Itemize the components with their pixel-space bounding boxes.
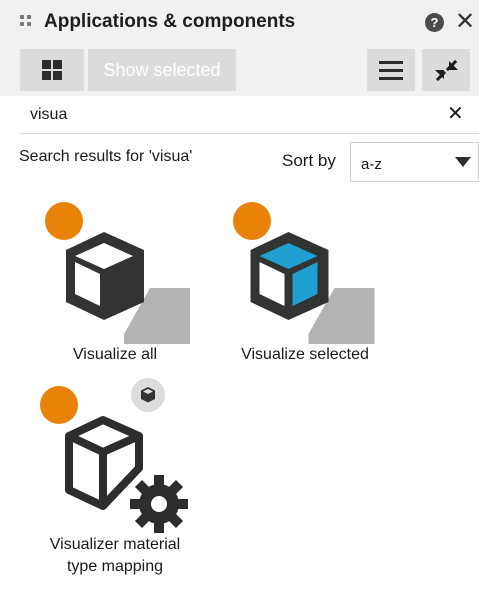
- tile-label: Visualize selected: [241, 346, 369, 363]
- sort-selected-value: a-z: [361, 156, 382, 173]
- collapse-arrows-icon: [435, 59, 458, 82]
- search-box: ✕: [20, 96, 479, 134]
- tile-label-line-1: Visualizer material: [49, 536, 181, 553]
- grid-icon: [42, 60, 51, 69]
- component-badge: [131, 378, 165, 412]
- tile-visualize-all[interactable]: Visualize all: [40, 200, 190, 370]
- clear-search-icon[interactable]: ✕: [447, 104, 464, 124]
- grid-view-button[interactable]: [20, 49, 84, 91]
- tile-visualizer-material-type-mapping[interactable]: Visualizer material type mapping: [35, 378, 195, 583]
- drag-handle-icon[interactable]: [20, 15, 34, 29]
- tile-label-line-2: type mapping: [66, 558, 164, 575]
- help-icon[interactable]: ?: [425, 13, 444, 32]
- visualize-selected-icon: [250, 232, 375, 344]
- toolbar: Show selected: [0, 44, 479, 96]
- search-input[interactable]: [20, 96, 440, 134]
- sort-by-label: Sort by: [282, 151, 336, 170]
- chevron-down-icon: [455, 157, 471, 167]
- search-results-label: Search results for 'visua': [19, 148, 193, 165]
- panel-header: Applications & components ? ✕: [0, 0, 479, 44]
- show-selected-button[interactable]: Show selected: [88, 49, 236, 91]
- close-icon[interactable]: ✕: [455, 10, 475, 34]
- collapse-button[interactable]: [422, 49, 470, 91]
- component-cube-icon: [141, 387, 155, 403]
- visualizer-material-mapping-icon: [65, 416, 188, 533]
- list-icon: [379, 61, 403, 64]
- list-view-button[interactable]: [367, 49, 415, 91]
- panel-title: Applications & components: [44, 11, 296, 32]
- sort-dropdown[interactable]: a-z: [350, 142, 479, 182]
- visualize-all-icon: [66, 232, 190, 344]
- tile-label: Visualize all: [72, 346, 158, 363]
- tile-visualize-selected[interactable]: Visualize selected: [220, 200, 390, 370]
